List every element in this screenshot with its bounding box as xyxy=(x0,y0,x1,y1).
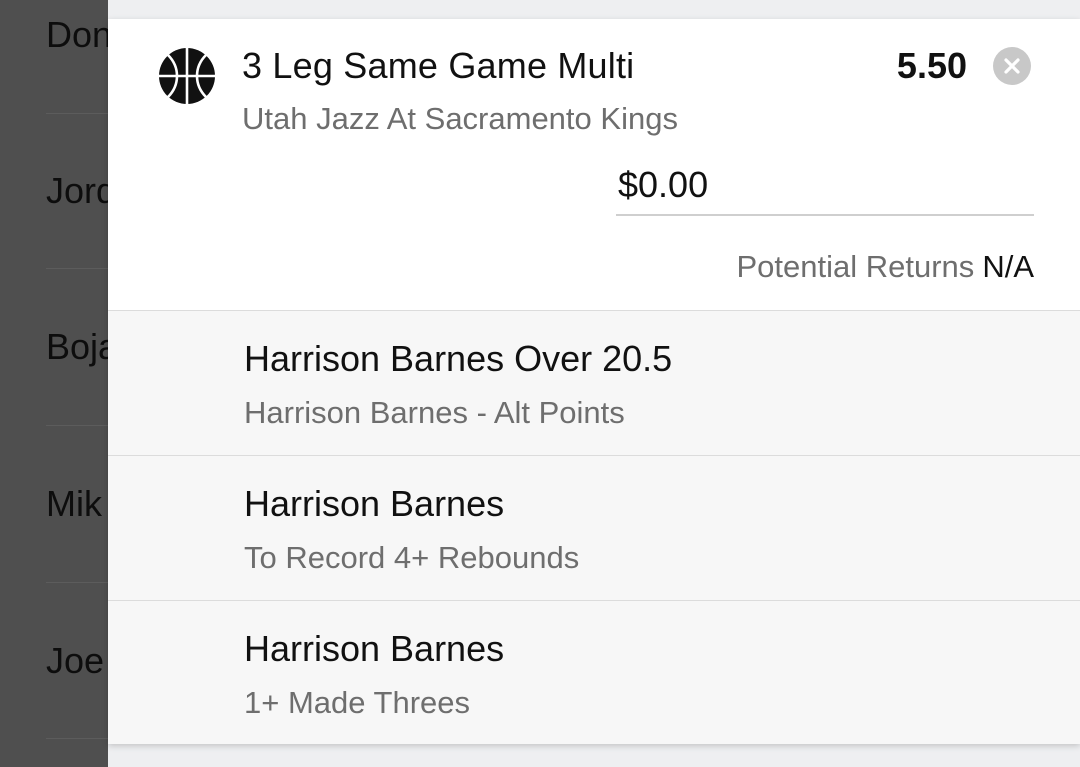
leg-selection: Harrison Barnes xyxy=(244,628,505,669)
potential-returns-value: N/A xyxy=(982,249,1034,284)
leg-market: Harrison Barnes - Alt Points xyxy=(244,395,625,430)
bet-header: 3 Leg Same Game Multi Utah Jazz At Sacra… xyxy=(108,19,1080,311)
remove-bet-button[interactable] xyxy=(993,47,1031,85)
bet-slip-card: 3 Leg Same Game Multi Utah Jazz At Sacra… xyxy=(108,19,1080,744)
close-icon xyxy=(1004,58,1020,74)
leg-selection: Harrison Barnes xyxy=(244,483,505,524)
potential-returns-label: Potential Returns xyxy=(736,249,975,284)
divider xyxy=(46,582,116,583)
potential-returns: Potential Returns N/A xyxy=(737,249,1035,285)
event-name: Utah Jazz At Sacramento Kings xyxy=(242,101,678,136)
divider xyxy=(46,738,116,739)
leg-item: Harrison Barnes To Record 4+ Rebounds xyxy=(108,456,1080,601)
leg-item: Harrison Barnes Over 20.5 Harrison Barne… xyxy=(108,311,1080,456)
leg-item: Harrison Barnes 1+ Made Threes xyxy=(108,601,1080,744)
leg-market: To Record 4+ Rebounds xyxy=(244,540,580,575)
divider xyxy=(46,113,116,114)
divider xyxy=(46,425,116,426)
bet-title: 3 Leg Same Game Multi xyxy=(242,45,635,86)
stake-input[interactable] xyxy=(616,164,1034,216)
divider xyxy=(46,268,116,269)
leg-selection: Harrison Barnes Over 20.5 xyxy=(244,338,673,379)
leg-market: 1+ Made Threes xyxy=(244,685,471,720)
basketball-icon xyxy=(159,48,215,104)
odds-value: 5.50 xyxy=(896,45,967,86)
